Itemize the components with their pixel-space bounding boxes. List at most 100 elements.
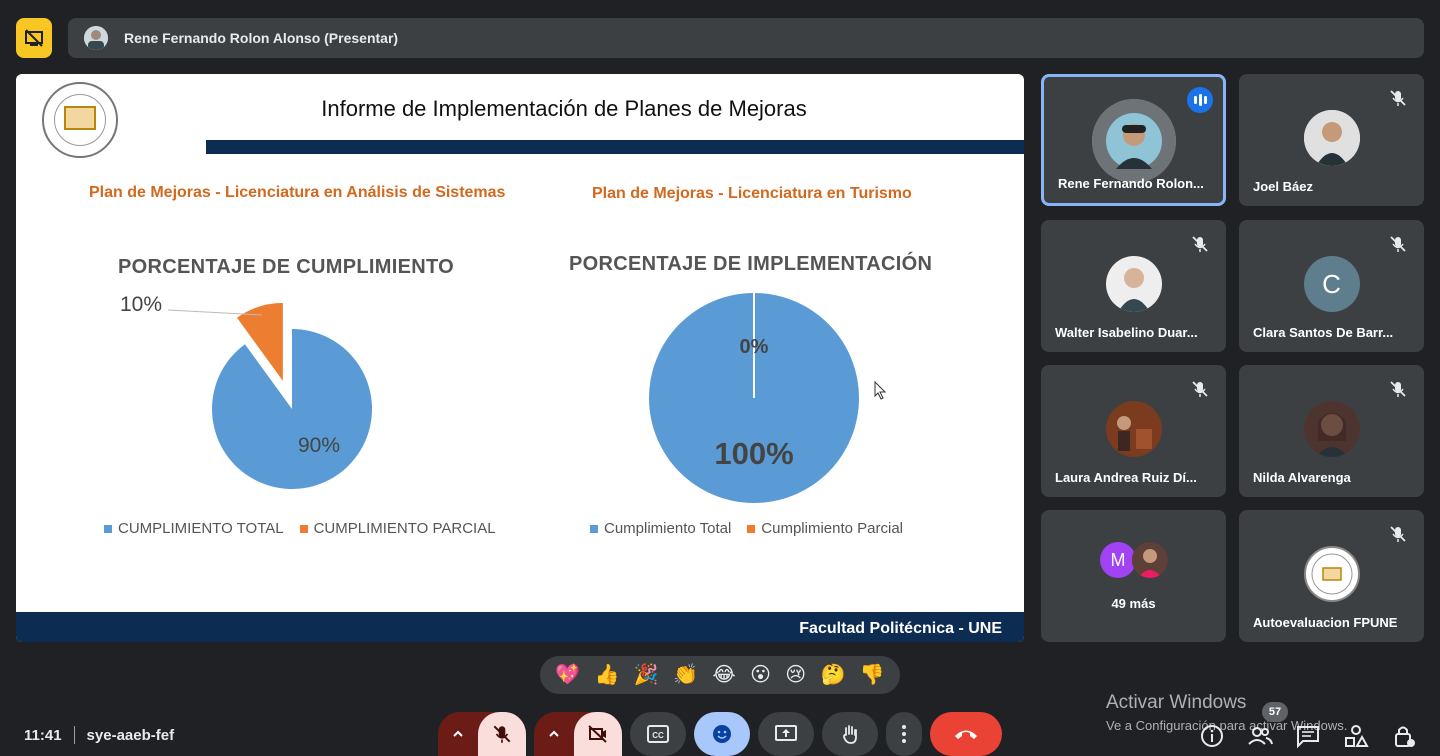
- reaction-thumbs-down[interactable]: 👎: [860, 665, 885, 685]
- presenter-name: Rene Fernando Rolon Alonso (Presentar): [124, 30, 399, 46]
- more-options-button[interactable]: [886, 712, 922, 756]
- participant-name: Autoevaluacion FPUNE: [1253, 615, 1398, 630]
- mic-control-group: [438, 712, 526, 756]
- participant-tile-rene[interactable]: Rene Fernando Rolon...: [1041, 74, 1226, 206]
- participant-name: Clara Santos De Barr...: [1253, 325, 1394, 340]
- participant-name: Laura Andrea Ruiz Dí...: [1055, 470, 1197, 485]
- reaction-party[interactable]: 🎉: [634, 665, 659, 685]
- avatar: [1303, 110, 1360, 166]
- mic-options-button[interactable]: [438, 712, 478, 756]
- reaction-clap[interactable]: 👏: [673, 665, 698, 685]
- participant-count-badge: 57: [1262, 702, 1288, 722]
- chevron-up-icon: [453, 730, 463, 737]
- host-controls-lock-icon[interactable]: [1390, 722, 1418, 750]
- reactions-bar: 💖 👍 🎉 👏 😂 😮 😢 🤔 👎: [540, 656, 900, 694]
- chart-right-legend: Cumplimiento Total Cumplimiento Parcial: [590, 520, 919, 537]
- chevron-up-icon: [549, 730, 559, 737]
- leave-call-button[interactable]: [930, 712, 1002, 756]
- reaction-sad[interactable]: 😢: [785, 665, 806, 685]
- legend-item: CUMPLIMIENTO TOTAL: [104, 520, 284, 537]
- meeting-info: 11:41 sye-aaeb-fef: [24, 726, 174, 744]
- pie-slice-cumplimiento-total: [211, 329, 372, 489]
- mic-off-icon: [1390, 381, 1406, 397]
- top-bar: Rene Fernando Rolon Alonso (Presentar): [16, 18, 1424, 58]
- legend-label: CUMPLIMIENTO TOTAL: [118, 520, 284, 537]
- people-icon[interactable]: [1246, 722, 1274, 750]
- participant-name: Walter Isabelino Duar...: [1055, 325, 1198, 340]
- participant-tile-nilda[interactable]: Nilda Alvarenga: [1239, 365, 1424, 497]
- present-screen-icon: [775, 725, 797, 741]
- reaction-thinking[interactable]: 🤔: [821, 665, 846, 685]
- reaction-thumbs-up[interactable]: 👍: [594, 665, 619, 685]
- pie-label-0: 0%: [740, 336, 769, 358]
- meeting-details-icon[interactable]: [1198, 722, 1226, 750]
- avatar: [1105, 256, 1162, 312]
- avatar: [1303, 546, 1360, 602]
- participant-tile-clara[interactable]: C Clara Santos De Barr...: [1239, 220, 1424, 352]
- participant-tile-joel[interactable]: Joel Báez: [1239, 74, 1424, 206]
- legend-label: Cumplimiento Parcial: [761, 520, 903, 537]
- meeting-time: 11:41: [24, 726, 62, 744]
- mic-off-icon: [493, 725, 511, 743]
- camera-options-button[interactable]: [534, 712, 574, 756]
- speaking-indicator-icon: [1187, 87, 1213, 113]
- others-avatar: M: [1100, 542, 1136, 578]
- svg-text:CC: CC: [652, 731, 664, 740]
- present-button[interactable]: [758, 712, 814, 756]
- pie-label-10: 10%: [120, 293, 162, 316]
- mic-toggle-button[interactable]: [478, 712, 526, 756]
- reactions-button[interactable]: [694, 712, 750, 756]
- chart-left-legend: CUMPLIMIENTO TOTAL CUMPLIMIENTO PARCIAL: [104, 520, 512, 537]
- participant-tile-autoevaluacion[interactable]: Autoevaluacion FPUNE: [1239, 510, 1424, 642]
- avatar: [1105, 401, 1162, 457]
- legend-label: CUMPLIMIENTO PARCIAL: [313, 520, 496, 537]
- chat-icon[interactable]: [1294, 722, 1322, 750]
- others-count: 49 más: [1111, 596, 1156, 611]
- camera-off-icon: [588, 725, 607, 743]
- mic-off-icon: [1192, 381, 1208, 397]
- legend-item: Cumplimiento Total: [590, 520, 731, 537]
- participant-name: Joel Báez: [1253, 179, 1313, 194]
- legend-item: Cumplimiento Parcial: [747, 520, 903, 537]
- avatar: [1091, 99, 1176, 183]
- meeting-code[interactable]: sye-aaeb-fef: [87, 727, 175, 744]
- reaction-laugh[interactable]: 😂: [712, 665, 735, 685]
- participant-tile-others[interactable]: M 49 más: [1041, 510, 1226, 642]
- participant-tile-walter[interactable]: Walter Isabelino Duar...: [1041, 220, 1226, 352]
- activities-icon[interactable]: [1342, 722, 1370, 750]
- legend-item: CUMPLIMIENTO PARCIAL: [299, 520, 496, 537]
- avatar: [1303, 401, 1360, 457]
- camera-toggle-button[interactable]: [574, 712, 622, 756]
- participant-name: Nilda Alvarenga: [1253, 470, 1351, 485]
- mouse-cursor-icon: [874, 380, 887, 400]
- footer-text: Facultad Politécnica - UNE: [799, 620, 1002, 637]
- pie-label-100: 100%: [714, 436, 793, 471]
- more-vertical-icon: [902, 725, 906, 743]
- pie-label-90: 90%: [298, 434, 340, 457]
- participant-tile-laura[interactable]: Laura Andrea Ruiz Dí...: [1041, 365, 1226, 497]
- avatar: C: [1303, 256, 1360, 312]
- raise-hand-button[interactable]: [822, 712, 878, 756]
- hang-up-icon: [955, 730, 977, 739]
- presenter-avatar: [84, 26, 108, 50]
- reaction-surprised[interactable]: 😮: [750, 665, 771, 685]
- others-avatar-photo: [1132, 542, 1168, 578]
- mic-off-icon: [1192, 236, 1208, 252]
- presenter-banner[interactable]: Rene Fernando Rolon Alonso (Presentar): [68, 18, 1424, 58]
- emoji-icon: [713, 725, 731, 743]
- watermark-line1: Activar Windows: [1106, 692, 1247, 713]
- participant-name: Rene Fernando Rolon...: [1058, 176, 1204, 191]
- presentation-slide: Informe de Implementación de Planes de M…: [16, 74, 1024, 642]
- stop-presenting-icon[interactable]: [16, 18, 52, 58]
- reaction-heart[interactable]: 💖: [555, 665, 580, 685]
- captions-icon: CC: [647, 725, 669, 743]
- mic-off-icon: [1390, 236, 1406, 252]
- slide-footer: Facultad Politécnica - UNE: [16, 612, 1024, 642]
- mic-off-icon: [1390, 90, 1406, 106]
- mic-off-icon: [1390, 526, 1406, 542]
- hand-icon: [843, 725, 857, 744]
- screen-share-off-icon: [25, 29, 43, 47]
- captions-button[interactable]: CC: [630, 712, 686, 756]
- camera-control-group: [534, 712, 622, 756]
- legend-label: Cumplimiento Total: [604, 520, 732, 537]
